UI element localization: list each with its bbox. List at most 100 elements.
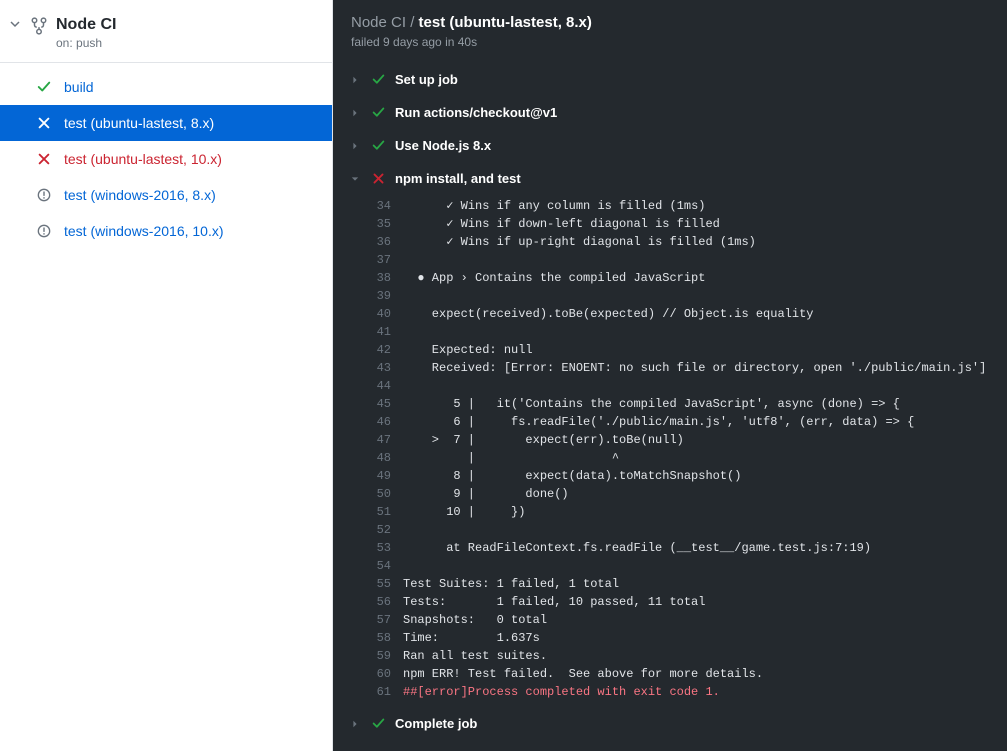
line-number: 39 bbox=[373, 287, 403, 305]
sidebar-job-item[interactable]: test (windows-2016, 8.x) bbox=[0, 177, 332, 213]
line-number: 56 bbox=[373, 593, 403, 611]
job-list: build test (ubuntu-lastest, 8.x) test (ubu… bbox=[0, 62, 332, 255]
job-label: test (windows-2016, 10.x) bbox=[64, 223, 224, 239]
workflow-header: Node CI on: push bbox=[0, 0, 332, 62]
log-line[interactable]: 36 ✓ Wins if up-right diagonal is filled… bbox=[333, 233, 1007, 251]
line-number: 41 bbox=[373, 323, 403, 341]
log-line[interactable]: 48 | ^ bbox=[333, 449, 1007, 467]
step-title: Use Node.js 8.x bbox=[395, 138, 491, 153]
log-line[interactable]: 60npm ERR! Test failed. See above for mo… bbox=[333, 665, 1007, 683]
log-line[interactable]: 57Snapshots: 0 total bbox=[333, 611, 1007, 629]
job-status-icon bbox=[36, 224, 52, 238]
log-line[interactable]: 35 ✓ Wins if down-left diagonal is fille… bbox=[333, 215, 1007, 233]
log-line[interactable]: 58Time: 1.637s bbox=[333, 629, 1007, 647]
step-header[interactable]: Complete job bbox=[333, 707, 1007, 740]
job-label: test (ubuntu-lastest, 10.x) bbox=[64, 151, 222, 167]
log-line[interactable]: 49 8 | expect(data).toMatchSnapshot() bbox=[333, 467, 1007, 485]
line-number: 54 bbox=[373, 557, 403, 575]
log-line[interactable]: 43 Received: [Error: ENOENT: no such fil… bbox=[333, 359, 1007, 377]
workflow-sidebar: Node CI on: push build test (ubuntu-laste… bbox=[0, 0, 333, 751]
chevron-right-icon bbox=[351, 142, 361, 150]
log-line[interactable]: 54 bbox=[333, 557, 1007, 575]
log-line[interactable]: 45 5 | it('Contains the compiled JavaScr… bbox=[333, 395, 1007, 413]
line-number: 58 bbox=[373, 629, 403, 647]
step-status-icon bbox=[371, 717, 385, 730]
log-line[interactable]: 38 ● App › Contains the compiled JavaScr… bbox=[333, 269, 1007, 287]
line-number: 48 bbox=[373, 449, 403, 467]
run-meta: failed 9 days ago in 40s bbox=[351, 35, 989, 49]
log-line[interactable]: 37 bbox=[333, 251, 1007, 269]
log-line[interactable]: 56Tests: 1 failed, 10 passed, 11 total bbox=[333, 593, 1007, 611]
line-content: expect(received).toBe(expected) // Objec… bbox=[403, 305, 813, 323]
line-content: Expected: null bbox=[403, 341, 533, 359]
line-content: ##[error]Process completed with exit cod… bbox=[403, 683, 720, 701]
line-number: 42 bbox=[373, 341, 403, 359]
line-number: 51 bbox=[373, 503, 403, 521]
log-line[interactable]: 34 ✓ Wins if any column is filled (1ms) bbox=[333, 197, 1007, 215]
job-label: test (ubuntu-lastest, 8.x) bbox=[64, 115, 214, 131]
step-title: npm install, and test bbox=[395, 171, 521, 186]
log-line[interactable]: 51 10 | }) bbox=[333, 503, 1007, 521]
breadcrumb-root[interactable]: Node CI / bbox=[351, 14, 419, 31]
line-number: 45 bbox=[373, 395, 403, 413]
step-title: Run actions/checkout@v1 bbox=[395, 105, 557, 120]
line-number: 43 bbox=[373, 359, 403, 377]
line-number: 49 bbox=[373, 467, 403, 485]
line-number: 52 bbox=[373, 521, 403, 539]
chevron-right-icon bbox=[351, 720, 361, 728]
line-number: 50 bbox=[373, 485, 403, 503]
line-content: at ReadFileContext.fs.readFile (__test__… bbox=[403, 539, 871, 557]
step-title: Complete job bbox=[395, 716, 477, 731]
step-header[interactable]: Set up job bbox=[333, 63, 1007, 96]
step-header[interactable]: npm install, and test bbox=[333, 162, 1007, 195]
step-header[interactable]: Run actions/checkout@v1 bbox=[333, 96, 1007, 129]
step-list: Set up job Run actions/checkout@v1 Use Nod… bbox=[333, 57, 1007, 751]
log-line[interactable]: 41 bbox=[333, 323, 1007, 341]
log-line[interactable]: 59Ran all test suites. bbox=[333, 647, 1007, 665]
chevron-right-icon bbox=[351, 76, 361, 84]
sidebar-job-item[interactable]: test (ubuntu-lastest, 10.x) bbox=[0, 141, 332, 177]
log-line[interactable]: 44 bbox=[333, 377, 1007, 395]
line-content: Test Suites: 1 failed, 1 total bbox=[403, 575, 619, 593]
line-content: 9 | done() bbox=[403, 485, 569, 503]
log-line[interactable]: 53 at ReadFileContext.fs.readFile (__tes… bbox=[333, 539, 1007, 557]
log-line[interactable]: 50 9 | done() bbox=[333, 485, 1007, 503]
run-title: Node CI / test (ubuntu-lastest, 8.x) bbox=[351, 14, 989, 31]
job-status-icon bbox=[36, 116, 52, 130]
log-line[interactable]: 52 bbox=[333, 521, 1007, 539]
log-line[interactable]: 46 6 | fs.readFile('./public/main.js', '… bbox=[333, 413, 1007, 431]
log-line[interactable]: 39 bbox=[333, 287, 1007, 305]
line-number: 34 bbox=[373, 197, 403, 215]
line-number: 44 bbox=[373, 377, 403, 395]
line-content: 8 | expect(data).toMatchSnapshot() bbox=[403, 467, 741, 485]
log-line[interactable]: 55Test Suites: 1 failed, 1 total bbox=[333, 575, 1007, 593]
step-status-icon bbox=[371, 172, 385, 185]
line-content: > 7 | expect(err).toBe(null) bbox=[403, 431, 684, 449]
step-status-icon bbox=[371, 73, 385, 86]
collapse-icon[interactable] bbox=[8, 16, 22, 29]
chevron-right-icon bbox=[351, 109, 361, 117]
workflow-title: Node CI bbox=[56, 16, 116, 34]
line-number: 47 bbox=[373, 431, 403, 449]
line-number: 40 bbox=[373, 305, 403, 323]
line-number: 55 bbox=[373, 575, 403, 593]
step-header[interactable]: Use Node.js 8.x bbox=[333, 129, 1007, 162]
log-line[interactable]: 42 Expected: null bbox=[333, 341, 1007, 359]
line-number: 57 bbox=[373, 611, 403, 629]
run-header: Node CI / test (ubuntu-lastest, 8.x) fai… bbox=[333, 0, 1007, 57]
step-status-icon bbox=[371, 106, 385, 119]
line-number: 53 bbox=[373, 539, 403, 557]
line-number: 46 bbox=[373, 413, 403, 431]
job-status-icon bbox=[36, 188, 52, 202]
log-line[interactable]: 47 > 7 | expect(err).toBe(null) bbox=[333, 431, 1007, 449]
sidebar-job-item[interactable]: test (windows-2016, 10.x) bbox=[0, 213, 332, 249]
sidebar-job-item[interactable]: test (ubuntu-lastest, 8.x) bbox=[0, 105, 332, 141]
log-line[interactable]: 40 expect(received).toBe(expected) // Ob… bbox=[333, 305, 1007, 323]
job-label: test (windows-2016, 8.x) bbox=[64, 187, 216, 203]
line-content: Tests: 1 failed, 10 passed, 11 total bbox=[403, 593, 705, 611]
line-number: 35 bbox=[373, 215, 403, 233]
sidebar-job-item[interactable]: build bbox=[0, 69, 332, 105]
run-job-name: test (ubuntu-lastest, 8.x) bbox=[419, 14, 592, 31]
line-content: Received: [Error: ENOENT: no such file o… bbox=[403, 359, 986, 377]
log-line[interactable]: 61##[error]Process completed with exit c… bbox=[333, 683, 1007, 701]
